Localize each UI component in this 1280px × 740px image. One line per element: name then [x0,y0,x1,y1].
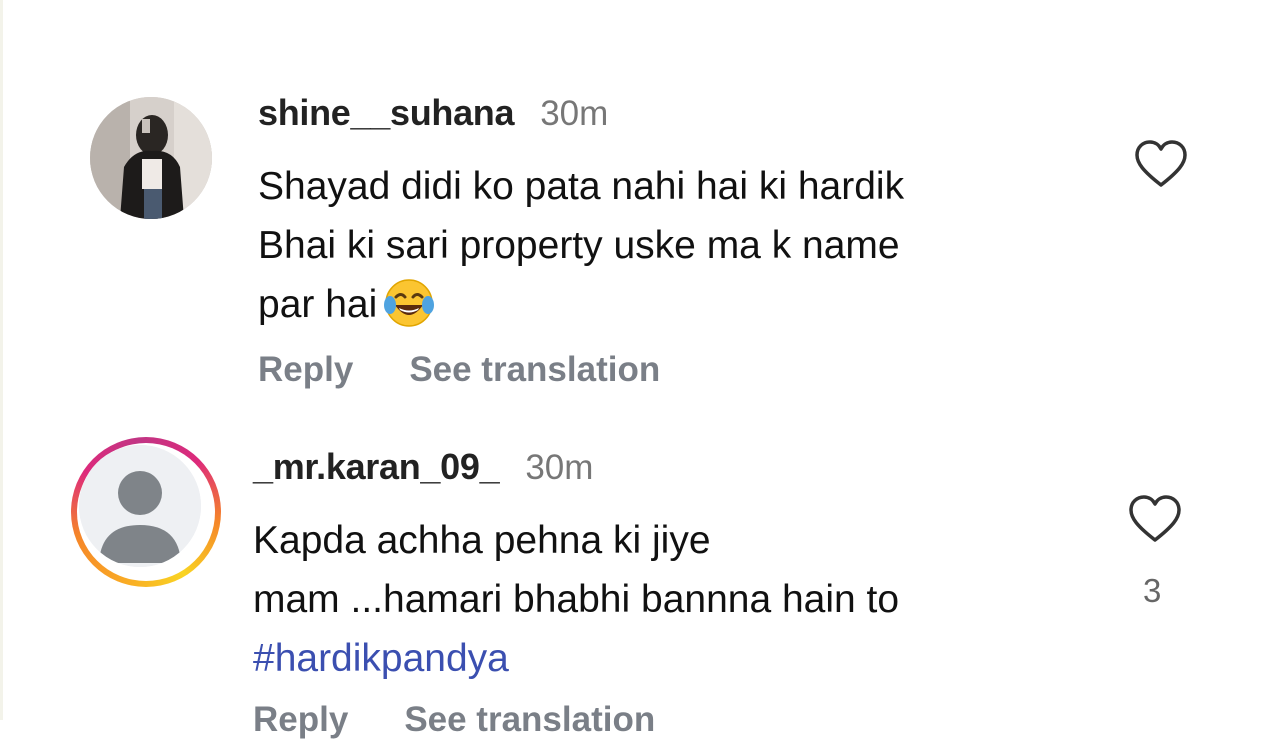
heart-outline-icon[interactable] [1127,492,1183,548]
comment-line: Shayad didi ko pata nahi hai ki hardik [258,165,905,208]
timestamp: 30m [525,448,594,487]
story-ring[interactable] [71,437,221,587]
comment-meta: _mr.karan_09_ 30m [253,446,593,488]
username[interactable]: shine__suhana [258,92,515,134]
timestamp: 30m [540,94,609,133]
reply-button[interactable]: Reply [253,700,348,740]
comment-line-text: par hai [258,283,378,326]
reply-button[interactable]: Reply [258,350,353,390]
comment-actions: Reply See translation [258,350,716,390]
avatar [79,445,201,567]
previous-comment-fragment: ··· [294,0,329,12]
comment-line: Kapda achha pehna ki jiye [253,519,711,562]
see-translation-button[interactable]: See translation [404,700,655,740]
comment-meta: shine__suhana 30m [258,92,608,134]
like-count: 3 [1143,572,1162,609]
comment-text: Shayad didi ko pata nahi hai ki hardik B… [258,157,904,334]
left-edge [0,0,3,720]
comment-line: mam ...hamari bhabhi bannna hain to [253,578,900,621]
avatar[interactable] [90,97,212,219]
face-with-tears-of-joy-icon [384,279,435,327]
comment-line: par hai [258,275,904,334]
username[interactable]: _mr.karan_09_ [253,446,500,488]
comment-line: Bhai ki sari property uske ma k name [258,224,900,267]
hashtag-link[interactable]: #hardikpandya [253,629,899,688]
default-avatar-icon [79,445,201,567]
comment-actions: Reply See translation [253,700,711,740]
user-photo-icon [90,97,212,219]
heart-outline-icon[interactable] [1133,137,1189,193]
see-translation-button[interactable]: See translation [409,350,660,390]
comment-text: Kapda achha pehna ki jiye mam ...hamari … [253,511,899,688]
